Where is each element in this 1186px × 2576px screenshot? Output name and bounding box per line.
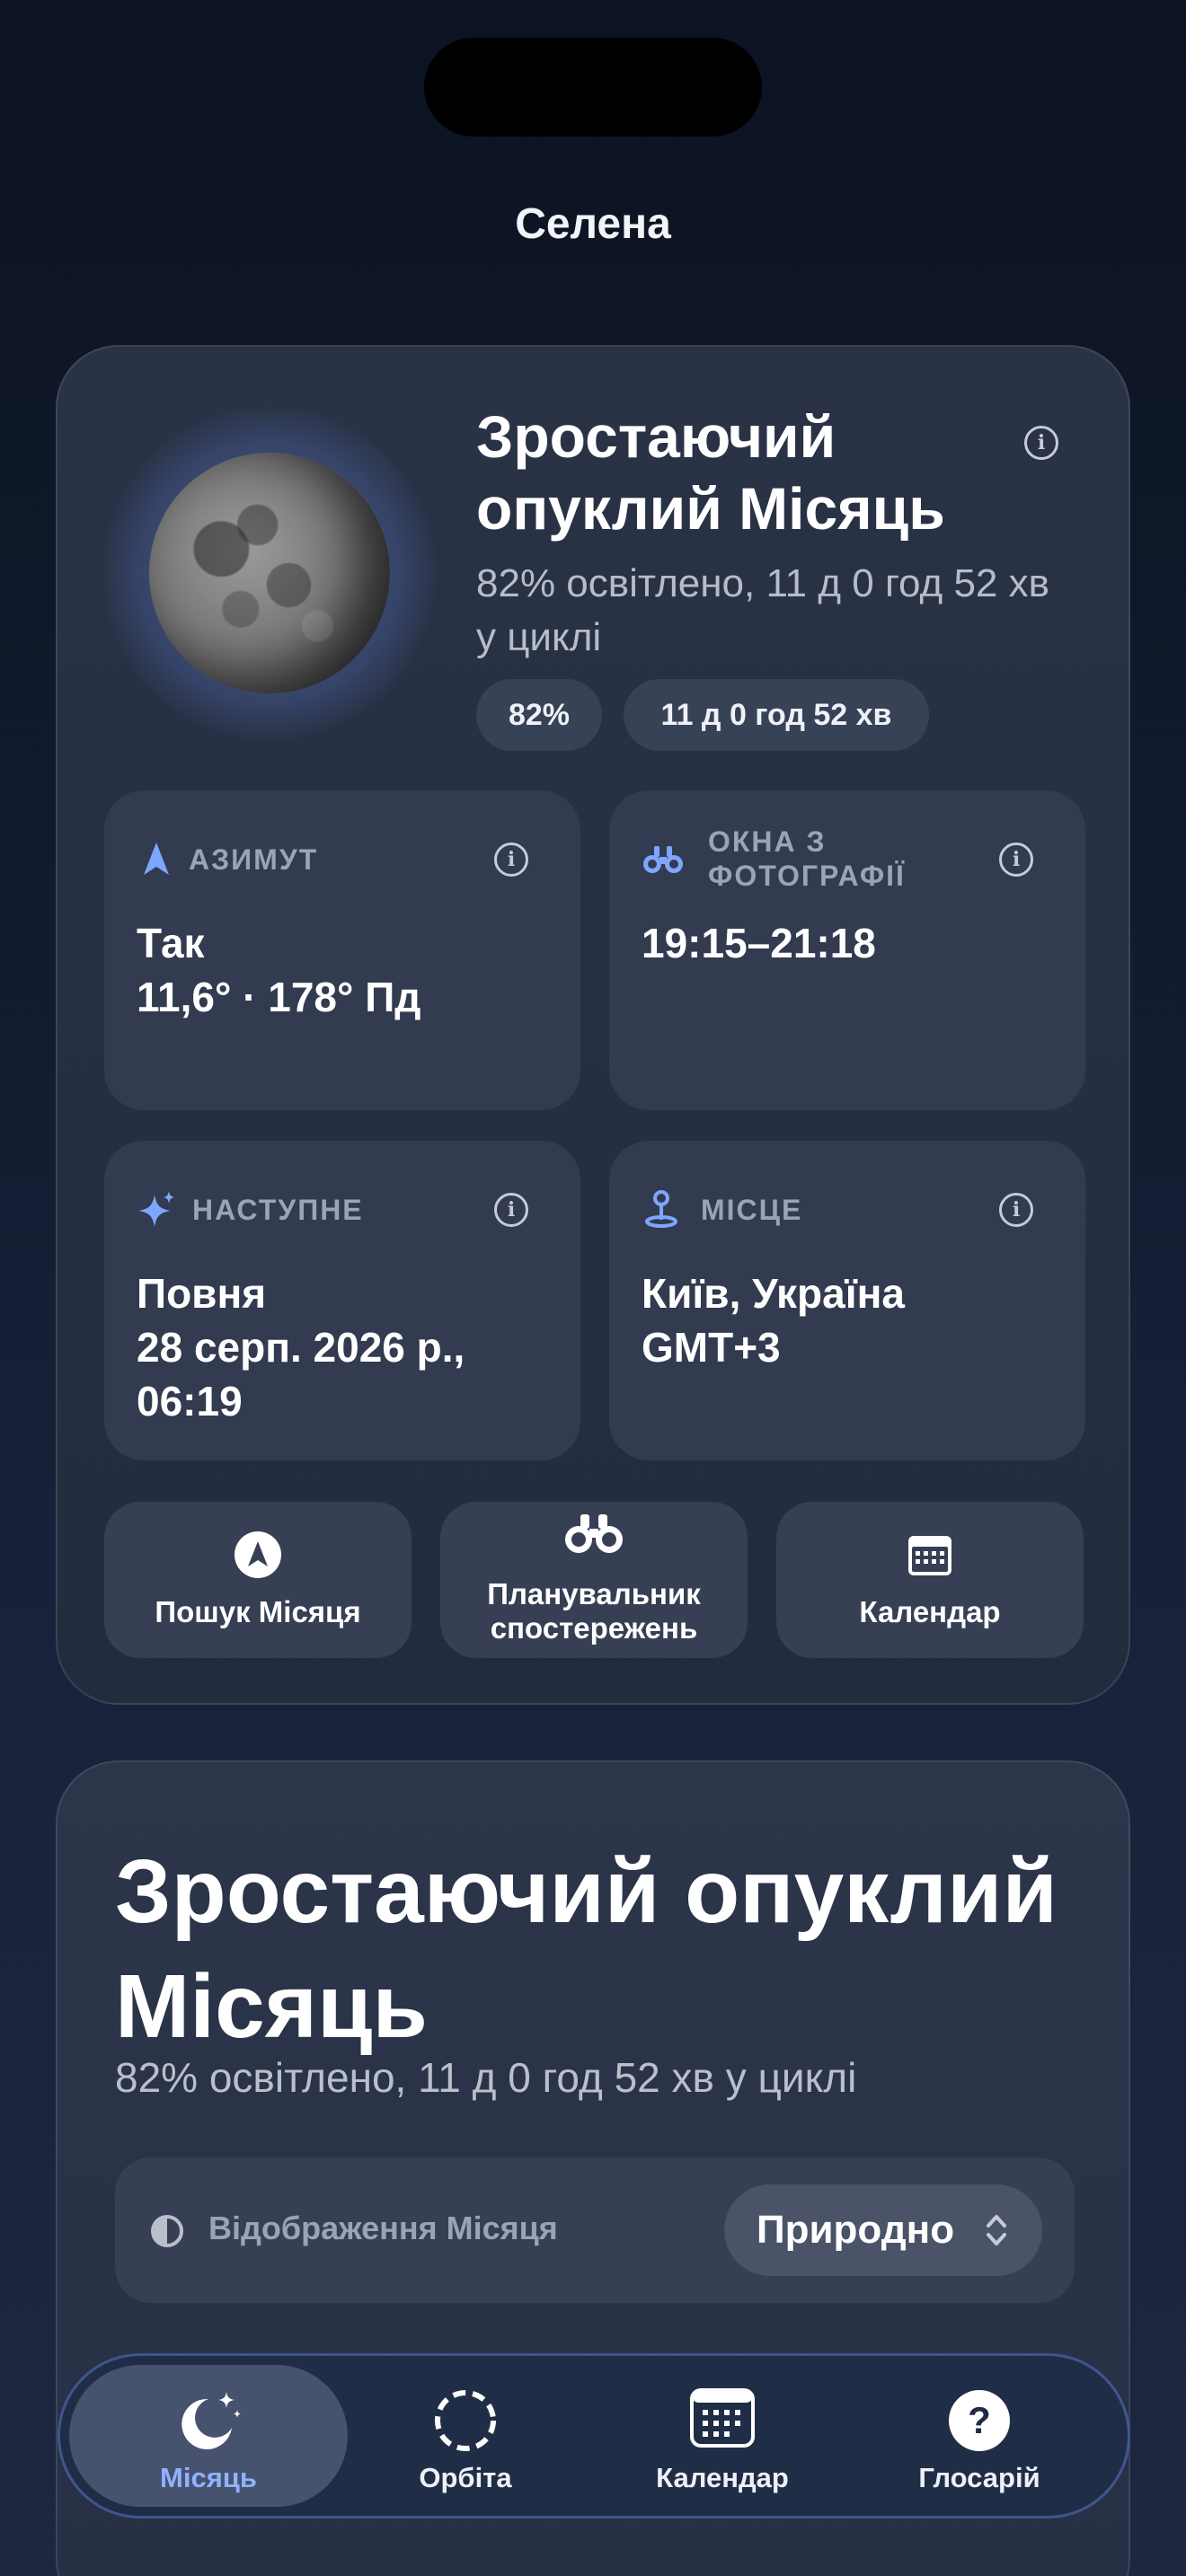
next-phase-name: Повня: [137, 1270, 267, 1317]
info-icon[interactable]: i: [1024, 426, 1058, 460]
location-label: МІСЦЕ: [701, 1194, 803, 1226]
tab-moon-label: Місяць: [160, 2462, 257, 2493]
calendar-label: Календар: [859, 1595, 1001, 1628]
planner-label-line2: спостережень: [490, 1611, 698, 1645]
compass-arrow-icon: [104, 1531, 412, 1579]
tab-orbit-label: Орбіта: [419, 2462, 512, 2493]
phase-title: Зростаючий опуклий Місяць: [476, 403, 945, 542]
dashed-circle-icon: [326, 2388, 605, 2453]
chevron-up-down-icon: [987, 2215, 1006, 2245]
info-icon[interactable]: i: [494, 1193, 528, 1227]
tab-bar: Місяць Орбіта Календар ? Глосарій: [58, 2353, 1130, 2519]
moon-summary-card: Зростаючий опуклий Місяць i 82% освітлен…: [56, 345, 1130, 1705]
tab-calendar-label: Календар: [656, 2462, 789, 2493]
calendar-icon: [776, 1534, 1084, 1577]
info-icon[interactable]: i: [999, 842, 1033, 877]
next-phase-date: 28 серп. 2026 р.,: [137, 1324, 465, 1371]
question-circle-icon: ?: [840, 2388, 1119, 2453]
photo-windows-tile[interactable]: ОКНА З ФОТОГРАФІЇ i 19:15–21:18: [609, 790, 1085, 1110]
age-pill: 11 д 0 год 52 хв: [624, 679, 929, 751]
azimuth-angles: 11,6° · 178° Пд: [137, 974, 421, 1020]
dynamic-island: [424, 38, 762, 137]
tab-glossary-label: Глосарій: [918, 2462, 1040, 2493]
calendar-button[interactable]: Календар: [776, 1502, 1084, 1658]
binoculars-icon: [643, 846, 683, 873]
detail-subtitle: 82% освітлено, 11 д 0 год 52 хв у циклі: [115, 2054, 857, 2101]
moon-image: [149, 453, 390, 693]
app-title: Селена: [515, 200, 671, 248]
tab-moon[interactable]: Місяць: [69, 2365, 348, 2507]
half-circle-icon: [151, 2215, 183, 2247]
next-phase-time: 06:19: [137, 1378, 243, 1425]
azimuth-visible: Так: [137, 920, 205, 966]
find-moon-label: Пошук Місяця: [155, 1595, 361, 1628]
next-phase-tile[interactable]: НАСТУПНЕ i Повня 28 серп. 2026 р., 06:19: [104, 1141, 580, 1460]
moon-display-value: Природно: [757, 2208, 955, 2252]
navigation-arrow-icon: [144, 842, 169, 875]
planner-label-line1: Планувальник: [487, 1577, 701, 1610]
tab-orbit[interactable]: Орбіта: [326, 2365, 605, 2507]
moon-stars-icon: [69, 2388, 348, 2451]
azimuth-value: Так 11,6° · 178° Пд: [137, 916, 559, 1024]
moon-display-label: Відображення Місяця: [208, 2210, 558, 2246]
azimuth-label: АЗИМУТ: [189, 843, 319, 876]
tab-calendar[interactable]: Календар: [583, 2365, 862, 2507]
moon-display-select[interactable]: Природно: [724, 2184, 1042, 2276]
photo-windows-label: ОКНА З ФОТОГРАФІЇ: [708, 825, 906, 892]
location-tile[interactable]: МІСЦЕ i Київ, Україна GMT+3: [609, 1141, 1085, 1460]
phase-subtitle: 82% освітлено, 11 д 0 год 52 хв у циклі: [476, 561, 1049, 659]
location-city: Київ, Україна: [642, 1270, 906, 1317]
sparkles-icon: [138, 1191, 174, 1227]
moon-display-row: Відображення Місяця Природно: [115, 2157, 1075, 2303]
location-pin-icon: [645, 1190, 677, 1228]
binoculars-icon: [440, 1511, 748, 1556]
azimuth-tile[interactable]: АЗИМУТ i Так 11,6° · 178° Пд: [104, 790, 580, 1110]
tab-glossary[interactable]: ? Глосарій: [840, 2365, 1119, 2507]
find-moon-button[interactable]: Пошук Місяця: [104, 1502, 412, 1658]
location-timezone: GMT+3: [642, 1324, 781, 1371]
next-phase-label: НАСТУПНЕ: [192, 1194, 364, 1226]
next-phase-value: Повня 28 серп. 2026 р., 06:19: [137, 1266, 559, 1428]
svg-text:?: ?: [968, 2399, 991, 2441]
detail-title: Зростаючий опуклий Місяць: [115, 1841, 1058, 2057]
info-icon[interactable]: i: [494, 842, 528, 877]
illumination-pill: 82%: [476, 679, 602, 751]
observation-planner-button[interactable]: Планувальник спостережень: [440, 1502, 748, 1658]
observation-planner-label: Планувальник спостережень: [440, 1577, 748, 1645]
calendar-icon: [583, 2388, 862, 2448]
photo-windows-value: 19:15–21:18: [642, 920, 876, 966]
info-icon[interactable]: i: [999, 1193, 1033, 1227]
location-value: Київ, Україна GMT+3: [642, 1266, 1064, 1374]
